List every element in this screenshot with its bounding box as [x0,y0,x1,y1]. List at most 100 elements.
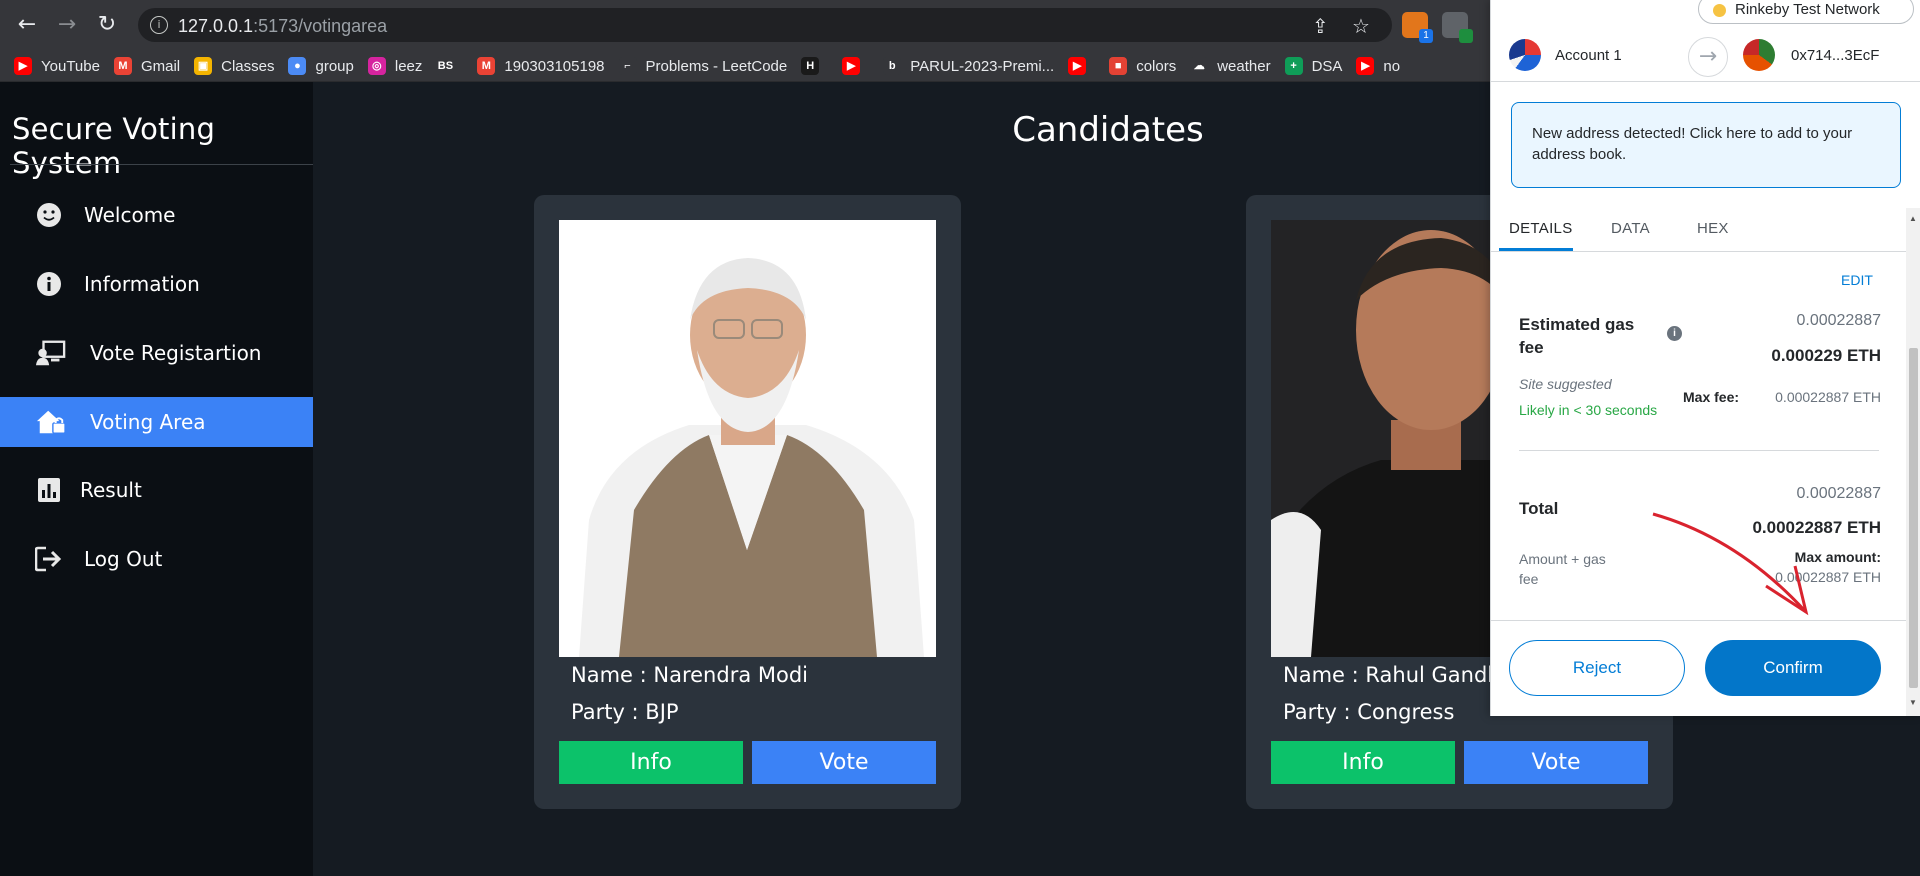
smiley-icon [34,200,64,230]
network-selector[interactable]: Rinkeby Test Network [1698,0,1914,24]
sidebar-item-label: Log Out [84,547,163,571]
candidate-photo [559,220,936,657]
amount-gas-label: Amount + gas fee [1519,551,1606,587]
to-address[interactable]: 0x714...3EcF [1791,47,1879,64]
bookmark-item[interactable]: ⌐ Problems - LeetCode [618,50,787,81]
bookmark-label: leez [394,57,423,75]
bookmark-item[interactable]: ▣ Classes [194,50,275,81]
bookmark-item[interactable]: ■ colors [1109,50,1176,81]
bookmark-label: no [1383,57,1401,75]
home-lock-icon [36,407,66,437]
popup-scrollbar[interactable]: ▲ ▼ [1906,208,1920,716]
bookmark-favicon-icon: ▶ [14,57,32,75]
gas-fee-value: 0.00022887 [1796,312,1881,329]
sidebar-item-welcome[interactable]: Welcome [0,190,313,240]
url-text[interactable]: 127.0.0.1:5173/votingarea [178,16,387,37]
account-transfer-row: Account 1 → 0x714...3EcF [1491,30,1920,82]
metamask-fox-icon[interactable]: 1 [1402,12,1433,43]
sidebar-item-voting-area[interactable]: Voting Area [0,397,313,447]
candidate-info-button[interactable]: Info [1271,741,1455,784]
bookmark-label: DSA [1311,57,1343,75]
candidate-info-button[interactable]: Info [559,741,743,784]
sidebar-item-information[interactable]: Information [0,259,313,309]
from-account-name[interactable]: Account 1 [1555,47,1622,64]
tab-details[interactable]: DETAILS [1509,220,1573,237]
max-fee-value: 0.00022887 ETH [1775,389,1881,405]
bookmark-item[interactable]: H [801,50,828,81]
sidebar-item-vote-registration[interactable]: Vote Registartion [0,328,313,378]
bookmark-item[interactable]: ▶ no [1356,50,1401,81]
logout-icon [34,544,64,574]
candidate-vote-button[interactable]: Vote [1464,741,1648,784]
active-tab-indicator [1499,248,1573,251]
scrollbar-thumb[interactable] [1909,348,1918,688]
candidate-party: Party : BJP [571,700,679,724]
new-address-notice[interactable]: New address detected! Click here to add … [1511,102,1901,188]
bookmark-item[interactable]: b PARUL-2023-Premi... [883,50,1055,81]
bookmark-label: YouTube [41,57,100,75]
total-label: Total [1519,499,1559,518]
scroll-up-icon[interactable]: ▲ [1909,214,1917,223]
bookmark-label: Classes [221,57,275,75]
forward-arrow-icon[interactable]: → [54,12,80,38]
info-icon [34,269,64,299]
confirm-button[interactable]: Confirm [1705,640,1881,696]
candidate-card: Name : Narendra Modi Party : BJP Info Vo… [534,195,961,809]
gas-info-icon[interactable]: i [1667,326,1682,341]
bookmark-label: group [315,57,354,75]
title-divider [10,164,313,165]
site-suggested-label: Site suggested [1519,376,1612,392]
extension-badge: 1 [1419,29,1433,43]
scroll-down-icon[interactable]: ▼ [1909,698,1917,707]
address-bar[interactable]: i 127.0.0.1:5173/votingarea ⇪ ☆ [138,8,1392,42]
bookmark-item[interactable]: ◎ leez [367,50,423,81]
extension-status-badge [1459,29,1473,43]
bookmark-favicon-icon: ■ [1109,57,1128,75]
sidebar-item-label: Vote Registartion [90,341,262,365]
bookmark-label: 190303105198 [504,57,605,75]
max-amount-label: Max amount: [1794,549,1881,565]
bookmark-item[interactable]: ● group [288,50,354,81]
candidate-name: Name : Rahul Gandhi [1283,663,1507,687]
bookmark-item[interactable]: + DSA [1284,50,1343,81]
back-arrow-icon[interactable]: ← [14,12,40,38]
bookmark-star-icon[interactable]: ☆ [1352,14,1370,38]
candidate-vote-button[interactable]: Vote [752,741,936,784]
bookmark-item[interactable]: ▶ [1068,50,1095,81]
gas-fee-label: Estimated gas fee [1519,315,1635,357]
registration-icon [36,338,66,368]
bookmark-item[interactable]: M 190303105198 [477,50,605,81]
site-info-icon[interactable]: i [150,16,168,34]
share-icon[interactable]: ⇪ [1312,14,1329,38]
sidebar-item-logout[interactable]: Log Out [0,534,313,584]
bookmark-favicon-icon: ◎ [367,57,386,75]
app-title: Secure Voting System [12,112,216,180]
reject-button[interactable]: Reject [1509,640,1685,696]
bookmarks-bar: ▶ YouTube M Gmail ▣ Classes ● group ◎ leez BS M 1903… [0,50,1490,82]
network-name: Rinkeby Test Network [1735,1,1880,18]
from-account-avatar [1509,39,1541,71]
bookmark-favicon-icon: BS [436,57,455,75]
bookmark-favicon-icon: ▣ [194,57,213,75]
bookmark-item[interactable]: ▶ YouTube [14,50,100,81]
likely-time-label: Likely in < 30 seconds [1519,402,1658,418]
total-eth: 0.00022887 ETH [1752,518,1881,537]
bookmark-favicon-icon: M [113,57,132,75]
sidebar-item-label: Voting Area [90,410,206,434]
transfer-arrow-icon: → [1688,37,1728,77]
max-fee-label: Max fee: [1683,389,1740,405]
sidebar-item-label: Result [80,478,142,502]
sidebar-item-result[interactable]: Result [0,465,313,515]
edit-gas-link[interactable]: EDIT [1841,272,1873,288]
bookmark-item[interactable]: ☁ weather [1190,50,1271,81]
tab-hex[interactable]: HEX [1697,220,1729,237]
bookmark-item[interactable]: M Gmail [113,50,180,81]
bookmark-favicon-icon: ⌐ [618,57,637,75]
bookmark-item[interactable]: ▶ [842,50,869,81]
bookmark-label: PARUL-2023-Premi... [910,57,1055,75]
reload-icon[interactable]: ↻ [94,12,120,38]
bookmark-favicon-icon: ● [288,57,307,75]
bookmark-item[interactable]: BS [436,50,463,81]
tab-data[interactable]: DATA [1611,220,1650,237]
extension-puzzle-icon[interactable] [1442,12,1473,43]
